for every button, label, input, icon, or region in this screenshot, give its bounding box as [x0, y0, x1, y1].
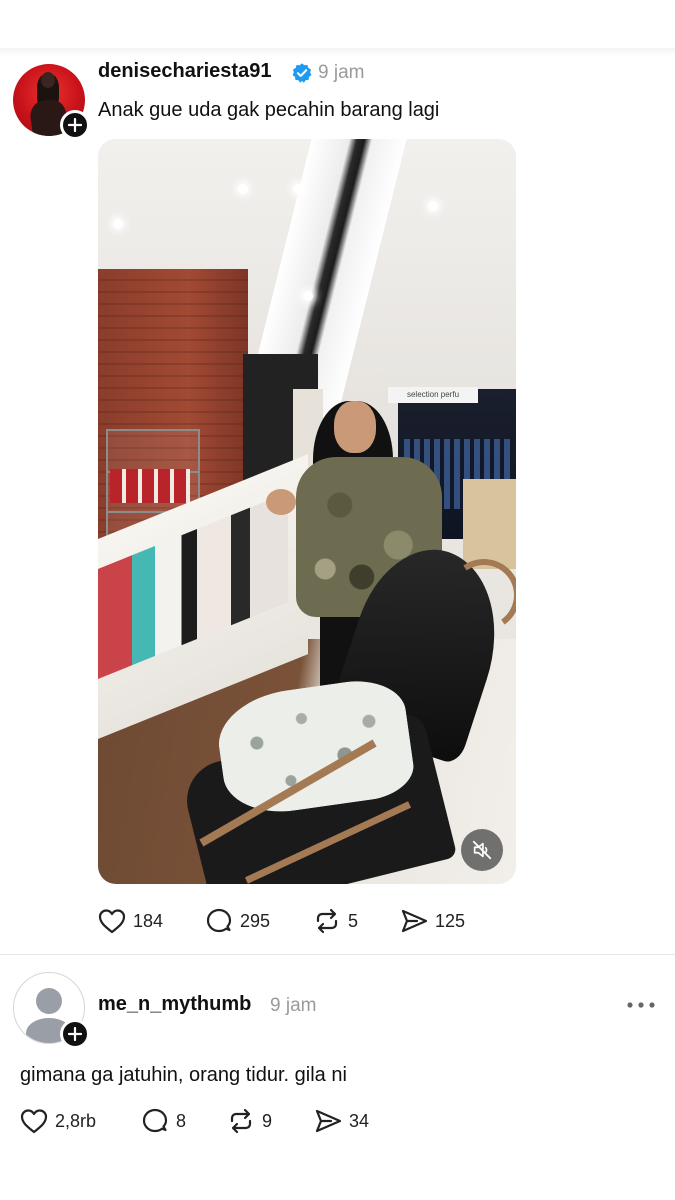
scene-store-sign: selection perfu [388, 387, 478, 403]
header-shadow [0, 48, 675, 56]
heart-icon [20, 1109, 48, 1134]
scene-person-hand [266, 489, 296, 515]
post-like-count: 184 [133, 910, 164, 931]
comment-like-count: 2,8rb [55, 1110, 97, 1131]
comment-text: gimana ga jatuhin, orang tidur. gila ni [20, 1064, 347, 1086]
post-share-count: 125 [435, 910, 466, 931]
comment-bubble-icon [142, 1108, 168, 1133]
scene-ceiling-light [303, 291, 313, 301]
scene-ceiling-light [113, 219, 123, 229]
comment-share-button[interactable]: 34 [313, 1106, 369, 1136]
mute-toggle-button[interactable] [461, 829, 503, 871]
scene-shelf-products [110, 469, 190, 503]
comment-reply-button[interactable]: 8 [140, 1106, 186, 1136]
follow-author-button[interactable] [60, 110, 90, 140]
status-bar-area [0, 0, 675, 48]
plus-icon [68, 1027, 82, 1041]
comment-bubble-icon [206, 908, 232, 933]
plus-icon [68, 118, 82, 132]
follow-commenter-button[interactable] [60, 1019, 90, 1049]
heart-icon [98, 909, 126, 934]
comment-repost-button[interactable]: 9 [226, 1106, 272, 1136]
repost-icon [230, 1108, 252, 1134]
post-share-button[interactable]: 125 [399, 906, 465, 936]
scene-ceiling-light [428, 201, 438, 211]
post-comment-count: 295 [240, 910, 271, 931]
post-caption: Anak gue uda gak pecahin barang lagi [98, 99, 440, 121]
post-video[interactable]: selection perfu [98, 139, 516, 884]
post-author-username[interactable]: denisechariesta91 [98, 60, 271, 83]
avatar-placeholder-head [36, 988, 62, 1014]
post-repost-count: 5 [348, 910, 359, 931]
comment-reply-count: 8 [176, 1110, 187, 1131]
comment-timestamp: 9 jam [270, 995, 317, 1016]
send-icon [401, 909, 428, 933]
verified-badge-icon [292, 63, 312, 83]
comment-like-button[interactable]: 2,8rb [19, 1106, 96, 1136]
comment-author-username[interactable]: me_n_mythumb [98, 993, 251, 1016]
more-horizontal-icon[interactable] [624, 995, 658, 1015]
post-divider [0, 954, 675, 955]
comment-repost-count: 9 [262, 1110, 273, 1131]
speaker-muted-icon [472, 840, 492, 860]
post-repost-button[interactable]: 5 [312, 906, 358, 936]
scene-counter [463, 479, 516, 569]
repost-icon [316, 908, 338, 934]
avatar-figure-head [41, 72, 55, 88]
post-comment-button[interactable]: 295 [204, 906, 270, 936]
scene-ceiling-light [238, 184, 248, 194]
post-timestamp: 9 jam [318, 62, 365, 83]
comment-share-count: 34 [349, 1110, 370, 1131]
post-like-button[interactable]: 184 [97, 906, 163, 936]
send-icon [315, 1109, 342, 1133]
scene-ceiling-light [293, 184, 303, 194]
scene-person-face [334, 401, 376, 453]
